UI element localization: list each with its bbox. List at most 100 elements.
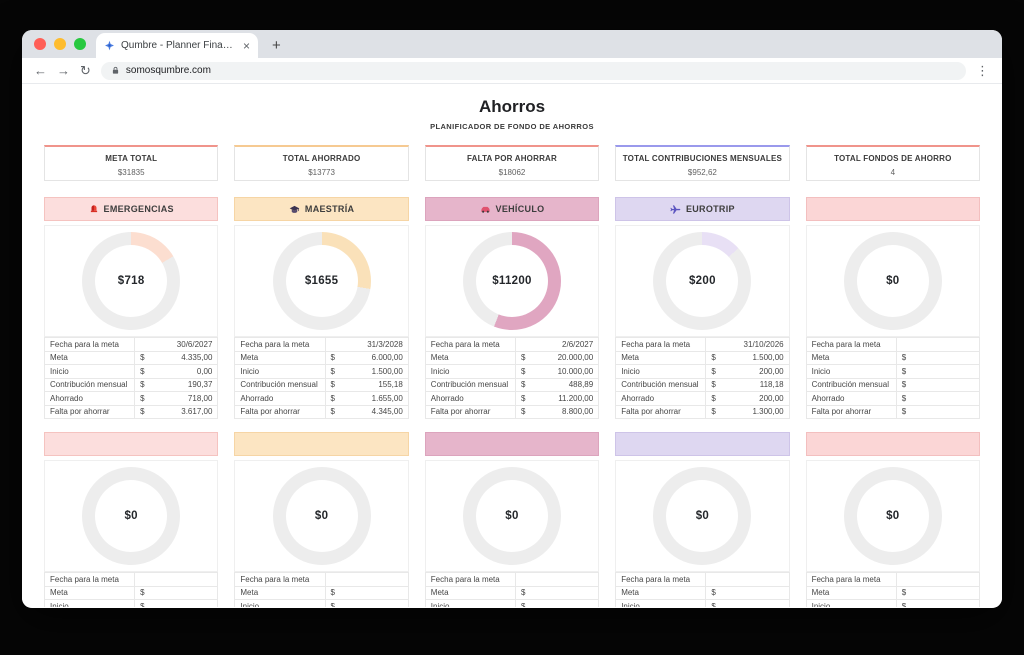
tab-strip: Qumbre - Planner Financiero × + — [22, 30, 1002, 58]
table-row-meta: Meta $20.000,00 — [424, 350, 600, 365]
row-value: $4.335,00 — [134, 350, 219, 365]
currency-symbol: $ — [520, 353, 526, 363]
row-label: Inicio — [615, 599, 707, 607]
browser-tab[interactable]: Qumbre - Planner Financiero × — [96, 33, 258, 58]
amount: 1.500,00 — [752, 353, 784, 363]
fund-header — [234, 432, 409, 456]
row-label: Falta por ahorrar — [615, 404, 707, 419]
currency-symbol: $ — [140, 393, 145, 403]
table-row-fecha: Fecha para la meta 31/10/2026 — [615, 337, 790, 352]
table-row-fecha: Fecha para la meta — [615, 572, 790, 587]
maximize-window-button[interactable] — [74, 38, 86, 50]
currency-symbol: $ — [330, 588, 335, 598]
page-title: Ahorros — [478, 97, 546, 116]
row-label: Inicio — [424, 599, 516, 607]
funds-row-2: $0 Fecha para la meta Meta $ Inicio $ $0… — [43, 432, 980, 607]
row-value: $ — [134, 585, 219, 600]
summary-card-value: $952,62 — [687, 168, 717, 177]
table-row-fecha: Fecha para la meta — [43, 572, 219, 587]
fund-column: $0 Fecha para la meta Meta — [615, 432, 790, 607]
currency-symbol: $ — [901, 407, 907, 417]
row-label: Inicio — [43, 364, 136, 379]
browser-window: Qumbre - Planner Financiero × + ← → ↻ so… — [22, 30, 1002, 608]
table-row-inicio: Inicio $ — [424, 599, 600, 607]
row-label: Inicio — [805, 599, 897, 607]
row-label: Contribución mensual — [234, 377, 326, 392]
row-value: $ — [895, 391, 980, 406]
row-value: $3.617,00 — [134, 404, 219, 419]
table-row-ahorrado: Ahorrado $1.655,00 — [234, 391, 409, 406]
currency-symbol: $ — [901, 588, 907, 598]
summary-card: TOTAL FONDOS DE AHORRO 4 — [805, 145, 980, 181]
tab-close-icon[interactable]: × — [243, 40, 250, 52]
row-value — [514, 572, 600, 587]
row-label: Ahorrado — [234, 391, 326, 406]
row-value: $118,18 — [705, 377, 790, 392]
donut-chart-card: $0 — [44, 460, 219, 572]
donut-chart: $0 — [843, 467, 942, 565]
amount: 0,00 — [196, 366, 213, 376]
amount: 1.655,00 — [371, 393, 403, 403]
row-value: $10.000,00 — [514, 364, 600, 379]
row-label: Falta por ahorrar — [43, 404, 136, 419]
row-label: Fecha para la meta — [234, 572, 326, 587]
currency-symbol: $ — [140, 366, 145, 376]
row-label: Meta — [424, 350, 516, 365]
row-label: Meta — [43, 585, 136, 600]
row-value: $200,00 — [705, 391, 790, 406]
row-label: Inicio — [234, 599, 326, 607]
browser-menu-icon[interactable]: ⋮ — [976, 63, 990, 79]
browser-toolbar: ← → ↻ somosqumbre.com ⋮ — [22, 58, 1002, 84]
currency-symbol: $ — [711, 353, 716, 363]
donut-center-value: $0 — [505, 510, 519, 522]
fund-column: $0 Fecha para la meta Meta — [234, 432, 409, 607]
amount: 10.000,00 — [557, 366, 594, 376]
table-row-ahorrado: Ahorrado $11.200,00 — [424, 391, 600, 406]
row-value: $155,18 — [324, 377, 409, 392]
currency-symbol: $ — [711, 393, 716, 403]
fund-details-table: Fecha para la meta 31/3/2028 Meta $6.000… — [234, 337, 409, 419]
donut-chart: $0 — [82, 467, 181, 565]
donut-chart: $0 — [653, 467, 752, 565]
table-row-ahorrado: Ahorrado $200,00 — [615, 391, 790, 406]
donut-chart-card: $0 — [805, 225, 980, 337]
fund-details-table: Fecha para la meta Meta $ Inicio $ — [234, 572, 409, 607]
currency-symbol: $ — [330, 380, 335, 390]
fund-icon — [89, 204, 99, 214]
minimize-window-button[interactable] — [54, 38, 66, 50]
table-row-fecha: Fecha para la meta — [424, 572, 600, 587]
address-bar[interactable]: somosqumbre.com — [100, 61, 966, 80]
row-value — [895, 337, 980, 352]
fund-name: VEHÍCULO — [495, 204, 545, 214]
row-value: 31/3/2028 — [324, 337, 409, 352]
savings-board: META TOTAL $31835 TOTAL AHORRADO $13773 … — [22, 145, 1002, 607]
row-label: Inicio — [424, 364, 516, 379]
row-label: Contribución mensual — [615, 377, 707, 392]
fund-column: MAESTRÍA $1655 Fecha para la meta 31/3/2… — [234, 197, 409, 419]
row-value: $ — [895, 377, 980, 392]
close-window-button[interactable] — [34, 38, 46, 50]
fund-name: EUROTRIP — [685, 204, 735, 214]
table-row-ahorrado: Ahorrado $718,00 — [43, 391, 219, 406]
row-label: Ahorrado — [424, 391, 516, 406]
reload-icon[interactable]: ↻ — [80, 64, 91, 77]
amount: 155,18 — [378, 380, 403, 390]
back-icon[interactable]: ← — [34, 64, 47, 77]
table-row-inicio: Inicio $10.000,00 — [424, 364, 600, 379]
lock-icon[interactable] — [111, 66, 120, 75]
forward-icon[interactable]: → — [57, 64, 70, 77]
table-row-fecha: Fecha para la meta 2/6/2027 — [424, 337, 600, 352]
row-value: $488,89 — [514, 377, 600, 392]
fund-details-table: Fecha para la meta 31/10/2026 Meta $1.50… — [615, 337, 790, 419]
row-value: $8.800,00 — [514, 404, 600, 419]
row-label: Fecha para la meta — [615, 572, 707, 587]
new-tab-button[interactable]: + — [272, 33, 281, 58]
donut-chart-card: $0 — [234, 460, 409, 572]
table-row-inicio: Inicio $0,00 — [43, 364, 219, 379]
table-row-meta: Meta $6.000,00 — [234, 350, 409, 365]
row-value — [324, 572, 409, 587]
summary-card-value: $18062 — [498, 168, 526, 177]
row-label: Meta — [805, 350, 897, 365]
fund-column: $0 Fecha para la meta Meta — [805, 432, 980, 607]
fund-details-table: Fecha para la meta Meta $ Inicio $ — [615, 572, 790, 607]
